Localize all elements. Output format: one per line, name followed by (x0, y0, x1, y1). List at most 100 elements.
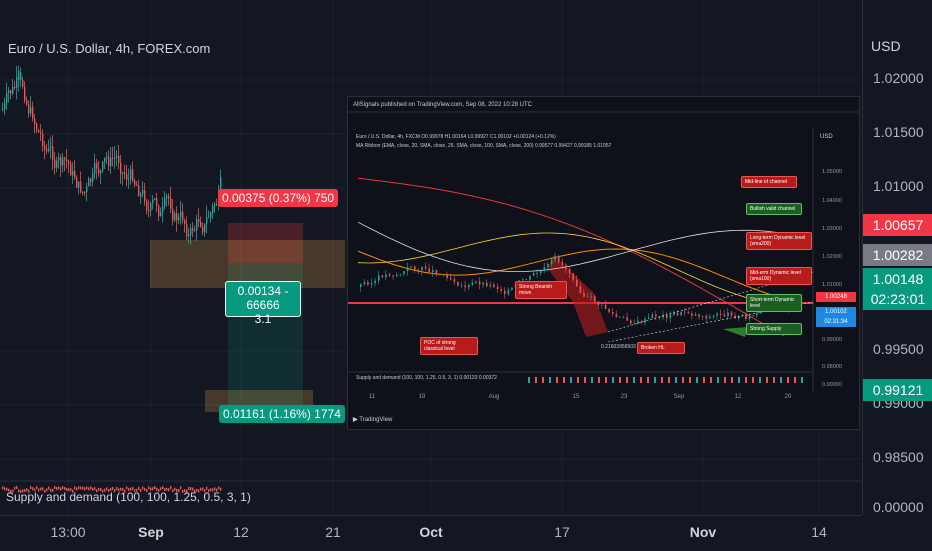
candle-body (138, 185, 140, 197)
inset-candle-body (727, 312, 729, 317)
indicator-bar (36, 486, 38, 490)
candle-body (34, 118, 36, 124)
candle-body (20, 72, 22, 80)
candle-body (64, 157, 66, 160)
candle-body (198, 219, 200, 222)
inset-candle-body (626, 317, 628, 321)
main-chart-area[interactable]: Euro / U.S. Dollar, 4h, FOREX.com 0.0037… (0, 0, 862, 515)
inset-candle-body (435, 270, 438, 275)
candle-body (118, 156, 120, 163)
candle-body (66, 159, 68, 162)
price-tag-target: 0.99121 (863, 379, 932, 401)
position-center-label[interactable]: 0.00134 - 66666 3.1 (225, 281, 301, 326)
candle-body (40, 132, 42, 134)
inset-indicator-bar (696, 377, 698, 383)
inset-candle-body (619, 316, 621, 318)
inset-candle-body (637, 320, 639, 325)
inset-time-label: Sep (673, 394, 685, 400)
candle-body (102, 161, 104, 171)
note-strong-supply: Strong Supply (746, 323, 802, 335)
candle-body (114, 157, 116, 159)
inset-ema20-line (357, 221, 785, 272)
symbol-title[interactable]: Euro / U.S. Dollar, 4h, FOREX.com (8, 41, 210, 56)
inset-candle-body (493, 284, 495, 287)
candle-body (142, 190, 144, 195)
inset-candle-body (676, 312, 679, 316)
inset-candle-body (554, 256, 556, 260)
inset-candle-body (655, 314, 657, 317)
candle-body (162, 206, 164, 213)
inset-indicator-bar (661, 377, 663, 383)
indicator-bar (154, 486, 156, 490)
candle-body (206, 217, 208, 224)
inset-supply-line: Supply and demand (100, 100, 1.25, 0.5, … (356, 375, 497, 381)
indicator-bar (86, 486, 88, 490)
price-axis-label: 0.99500 (873, 341, 924, 357)
price-axis-label: 1.01500 (873, 124, 924, 140)
inset-indicator-bar (647, 377, 649, 383)
price-axis-label: 1.01000 (873, 178, 924, 194)
stop-loss-label[interactable]: 0.00375 (0.37%) 750 (218, 189, 339, 207)
inset-indicator-bar (556, 377, 558, 383)
inset-indicator-bar (570, 377, 572, 383)
inset-number-text: 0.21603956503 (601, 344, 636, 350)
candle-body (68, 161, 70, 164)
inset-candle-body (597, 301, 600, 306)
candle-body (32, 107, 34, 119)
inset-ma-line: MA Ribbon (EMA, close, 20, SMA, close, 2… (356, 143, 612, 149)
inset-indicator-bar (563, 377, 565, 383)
take-profit-label[interactable]: 0.01161 (1.16%) 1774 (219, 405, 345, 423)
inset-candle-body (460, 285, 463, 287)
indicator-bar (162, 486, 164, 490)
candle-body (184, 220, 186, 225)
time-axis[interactable]: 13:00 Sep 12 21 Oct 17 Nov 14 (0, 515, 862, 551)
inset-indicator-bar (584, 377, 586, 383)
inset-candle-body (640, 320, 643, 323)
inset-time-label: 11 (368, 394, 376, 400)
candle-body (116, 156, 118, 158)
inset-candle-body (536, 272, 538, 274)
price-axis[interactable]: 1.02000 1.01500 1.01000 0.99500 0.99000 … (862, 0, 932, 515)
inset-indicator-bar (528, 377, 530, 383)
inset-candle-body (453, 279, 456, 282)
inset-indicator-bar (717, 377, 719, 383)
inset-indicator-bar (766, 377, 768, 383)
inset-candle-body (486, 282, 488, 287)
candle-body (200, 221, 202, 227)
inset-candle-body (716, 313, 718, 316)
inset-candle-body (579, 286, 582, 294)
inset-indicator-bar (542, 377, 544, 383)
inset-indicator-bar (731, 377, 733, 383)
countdown-tag: 02:23:01 (863, 288, 932, 310)
candle-body (130, 169, 132, 180)
inset-candle-body (651, 314, 654, 318)
candle-body (120, 162, 122, 174)
candle-body (112, 157, 114, 159)
note-mid-line: Mid-line of channel (741, 176, 797, 188)
price-axis-label: 1.02000 (873, 70, 924, 86)
inset-candle-body (612, 312, 614, 315)
inset-candle-body (586, 296, 589, 298)
inset-candle-body (406, 267, 409, 272)
inset-candle-body (457, 281, 459, 286)
indicator-bar (148, 486, 150, 490)
inset-candle-body (475, 281, 477, 283)
note-long-term: Long-term Dynamic level (sma200) (746, 232, 812, 250)
inset-candle-body (414, 266, 416, 270)
time-axis-label: Sep (138, 524, 164, 540)
price-axis-unit: USD (871, 38, 901, 54)
inset-indicator-bar (549, 377, 551, 383)
candle-body (46, 149, 48, 152)
candle-body (108, 156, 110, 166)
candle-body (170, 198, 172, 209)
candle-body (174, 213, 176, 221)
candle-body (28, 104, 30, 114)
candle-body (204, 223, 206, 233)
indicator-bar (170, 486, 172, 490)
inset-axis-label: 0.00000 (822, 382, 842, 388)
price-axis-label: 0.00000 (873, 499, 924, 515)
inset-symbol-line: Euro / U.S. Dollar, 4h, FXCM O0.99978 H1… (356, 134, 556, 140)
indicator-label[interactable]: Supply and demand (100, 100, 1.25, 0.5, … (6, 490, 251, 504)
candle-body (180, 211, 182, 218)
candle-body (8, 90, 10, 94)
